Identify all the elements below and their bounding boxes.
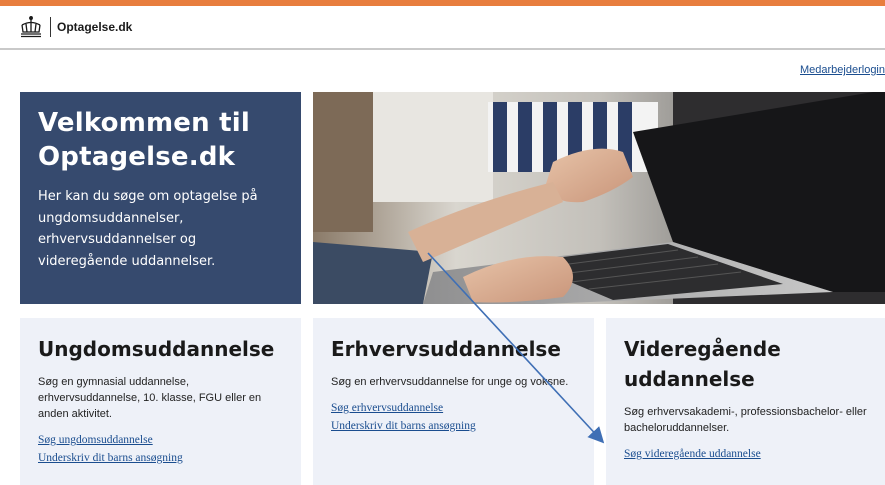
logo-divider <box>50 17 51 37</box>
site-header: Optagelse.dk <box>0 6 885 50</box>
card-title-line1: Videregående <box>624 337 781 361</box>
apply-vocational-education-link[interactable]: Søg erhvervsuddannelse <box>331 402 576 414</box>
card-vocational-education: Erhvervsuddannelse Søg en erhvervsuddann… <box>313 318 594 485</box>
card-title: Videregående uddannelse <box>624 334 867 394</box>
staff-login-link[interactable]: Medarbejderlogin <box>800 64 885 76</box>
logo-text: Optagelse.dk <box>57 20 133 34</box>
apply-higher-education-link[interactable]: Søg videregående uddannelse <box>624 448 867 460</box>
card-title: Ungdomsuddannelse <box>38 337 275 361</box>
hero-title: Velkommen til Optagelse.dk <box>38 106 283 174</box>
hero-title-line2: Optagelse.dk <box>38 142 236 172</box>
card-youth-education: Ungdomsuddannelse Søg en gymnasial uddan… <box>20 318 301 485</box>
sign-child-application-link[interactable]: Underskriv dit barns ansøgning <box>331 420 576 432</box>
apply-youth-education-link[interactable]: Søg ungdomsuddannelse <box>38 434 283 446</box>
card-title-line2: uddannelse <box>624 367 755 391</box>
hero-text: Her kan du søge om optagelse på ungdomsu… <box>38 189 258 269</box>
welcome-hero: Velkommen til Optagelse.dk Her kan du sø… <box>20 92 301 304</box>
card-higher-education: Videregående uddannelse Søg erhvervsakad… <box>606 318 885 485</box>
hero-photo <box>313 92 885 304</box>
crown-icon <box>21 16 41 38</box>
card-description: Søg erhvervsakademi-, professionsbachelo… <box>624 406 867 434</box>
sign-child-application-link[interactable]: Underskriv dit barns ansøgning <box>38 452 283 464</box>
card-description: Søg en erhvervsuddannelse for unge og vo… <box>331 376 569 388</box>
card-title: Erhvervsuddannelse <box>331 337 561 361</box>
card-description: Søg en gymnasial uddannelse, erhvervsudd… <box>38 376 262 420</box>
laptop-photo-illustration <box>313 92 885 304</box>
hero-title-line1: Velkommen til <box>38 108 250 138</box>
site-logo[interactable]: Optagelse.dk <box>18 15 132 39</box>
